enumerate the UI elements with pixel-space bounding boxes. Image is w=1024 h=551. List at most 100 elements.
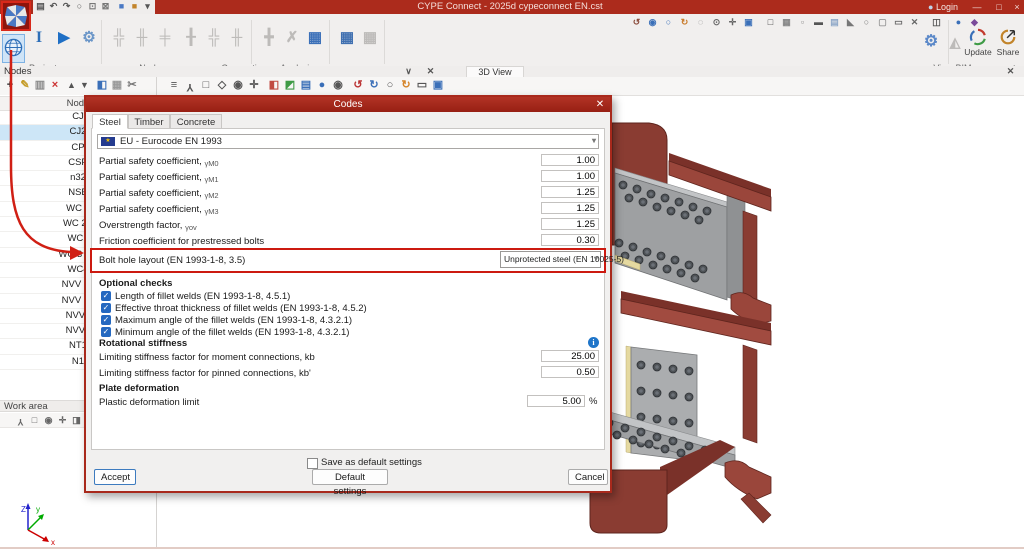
iso-view-icon[interactable]: □ — [28, 414, 41, 428]
cut-icon[interactable]: ✂ — [124, 79, 140, 93]
3d-connection-model[interactable] — [585, 95, 815, 548]
clip-plane-icon[interactable]: ◧ — [266, 79, 282, 93]
view-tool-icon[interactable]: ▫ — [796, 16, 809, 30]
pan-icon[interactable]: ✛ — [56, 414, 69, 428]
config-icon[interactable]: ■ — [115, 0, 128, 14]
tab-concrete[interactable]: Concrete — [170, 114, 222, 129]
view-tool-icon[interactable]: ▭ — [892, 16, 905, 30]
node-new-icon[interactable]: ╬ — [108, 26, 130, 52]
codes-button[interactable] — [2, 34, 25, 63]
checkbox-checked[interactable]: ✓ — [101, 327, 111, 337]
coefficient-input[interactable] — [541, 186, 599, 198]
view-tool-icon[interactable]: ✕ — [908, 16, 921, 30]
dialog-title-bar[interactable]: Codes — [86, 97, 610, 112]
coefficient-input[interactable] — [541, 170, 599, 182]
view-tool-icon[interactable]: ▣ — [742, 16, 755, 30]
undo-icon[interactable]: ↶ — [47, 0, 60, 14]
visibility-icon[interactable]: ◉ — [230, 79, 246, 93]
frame-select-icon[interactable]: ▣ — [430, 79, 446, 93]
eye-icon[interactable]: ◉ — [330, 79, 346, 93]
scene-list-icon[interactable]: ≡ — [166, 79, 182, 93]
stiffness-input[interactable] — [541, 366, 599, 378]
view-tool-icon[interactable]: ↺ — [630, 16, 643, 30]
view-tool-icon[interactable]: ↻ — [678, 16, 691, 30]
login-button[interactable]: ● Login — [928, 1, 958, 13]
app-logo[interactable] — [1, 1, 31, 31]
calculate-icon[interactable]: ▦ — [336, 26, 358, 52]
save-default-checkbox[interactable] — [307, 458, 318, 469]
workplane-icon[interactable]: ◩ — [282, 79, 298, 93]
view-tool-icon[interactable]: ◣ — [844, 16, 857, 30]
node-export-icon[interactable]: ╫ — [226, 26, 248, 52]
view-tool-icon[interactable]: ▤ — [828, 16, 841, 30]
settings-gear-icon[interactable]: ⚙ — [78, 26, 100, 52]
calculation-options-icon[interactable]: ▦ — [359, 26, 381, 52]
accept-button[interactable]: Accept — [94, 469, 136, 485]
view-tool-icon[interactable]: ◉ — [646, 16, 659, 30]
view-tool-icon[interactable]: ○ — [860, 16, 873, 30]
view-tool-icon[interactable]: ▦ — [780, 16, 793, 30]
view-tool-icon[interactable]: ▬ — [812, 16, 825, 30]
rotate-left-icon[interactable]: ↺ — [350, 79, 366, 93]
eye-icon[interactable]: ◉ — [42, 414, 55, 428]
view-tool-icon[interactable]: □ — [764, 16, 777, 30]
tab-3d-view[interactable]: 3D View — [466, 66, 524, 77]
axes-person-icon[interactable]: Y — [14, 414, 27, 428]
move-down-icon[interactable]: ▼ — [78, 79, 91, 93]
add-node-icon[interactable]: + — [2, 79, 18, 93]
coefficient-input[interactable] — [541, 218, 599, 230]
print-icon[interactable]: ⊡ — [86, 0, 99, 14]
plastic-limit-input[interactable] — [527, 395, 585, 407]
bolt-hole-select[interactable]: Unprotected steel (EN 10025-5) ▾ — [500, 251, 601, 268]
tab-steel[interactable]: Steel — [92, 114, 128, 129]
node-edit-icon[interactable]: ╫ — [131, 26, 153, 52]
connection-edit-icon[interactable]: ╋ — [258, 26, 280, 52]
edit-node-icon[interactable]: ✎ — [17, 79, 33, 93]
copy-node-icon[interactable]: ▥ — [32, 79, 48, 93]
iso-view-icon[interactable]: □ — [198, 79, 214, 93]
checkbox-checked[interactable]: ✓ — [101, 303, 111, 313]
view-tool-icon[interactable]: ○ — [662, 16, 675, 30]
info-icon[interactable]: i — [588, 337, 599, 348]
cancel-button[interactable]: Cancel — [568, 469, 608, 485]
view-settings-gear-icon[interactable]: ⚙ — [920, 30, 942, 56]
node-delete-icon[interactable]: ╪ — [154, 26, 176, 52]
axes-person-icon[interactable]: Y — [182, 79, 198, 93]
clip-icon[interactable]: ◨ — [70, 414, 83, 428]
connection-check-icon[interactable]: ✗ — [281, 26, 303, 52]
maximize-button[interactable]: □ — [988, 1, 1010, 13]
sphere-view-icon[interactable]: ● — [314, 79, 330, 93]
zoom-window-icon[interactable]: ○ — [382, 79, 398, 93]
move-up-icon[interactable]: ▲ — [65, 79, 78, 93]
beam-definition-icon[interactable]: I — [28, 26, 50, 52]
perspective-icon[interactable]: ◇ — [214, 79, 230, 93]
save-icon[interactable]: ▤ — [34, 0, 47, 14]
config2-icon[interactable]: ■ — [128, 0, 141, 14]
code-select[interactable]: ★ EU - Eurocode EN 1993 ▾ — [97, 134, 599, 149]
view-tool-icon[interactable]: ▢ — [876, 16, 889, 30]
import-node-icon[interactable]: ◧ — [94, 79, 110, 93]
coefficient-input[interactable] — [541, 234, 599, 246]
stiffness-input[interactable] — [541, 350, 599, 362]
connection-table-icon[interactable]: ▦ — [304, 26, 326, 52]
coefficient-input[interactable] — [541, 202, 599, 214]
view-tool-icon[interactable]: ✛ — [726, 16, 739, 30]
node-copy-icon[interactable]: ╂ — [180, 26, 202, 52]
view-tool-icon[interactable]: ◌ — [694, 16, 707, 30]
pan-icon[interactable]: ✛ — [246, 79, 262, 93]
library-icon[interactable]: ▦ — [109, 79, 125, 93]
bim-model-icon[interactable]: ▶ — [53, 26, 75, 52]
node-import-icon[interactable]: ╬ — [203, 26, 225, 52]
view-tool-icon[interactable]: ◫ — [930, 16, 943, 30]
close-button[interactable]: × — [1010, 1, 1024, 13]
view-tool-icon[interactable]: ⊙ — [710, 16, 723, 30]
update-button[interactable]: Update — [964, 28, 992, 57]
zoom-extents-icon[interactable]: ▭ — [414, 79, 430, 93]
redo-icon[interactable]: ↷ — [60, 0, 73, 14]
refresh-view-icon[interactable]: ↻ — [398, 79, 414, 93]
dialog-close-icon[interactable]: ✕ — [592, 98, 608, 111]
tab-timber[interactable]: Timber — [128, 114, 170, 129]
qat-menu-icon[interactable]: ▾ — [141, 0, 154, 14]
default-settings-button[interactable]: Default settings — [312, 469, 388, 485]
delete-node-icon[interactable]: × — [47, 79, 63, 93]
